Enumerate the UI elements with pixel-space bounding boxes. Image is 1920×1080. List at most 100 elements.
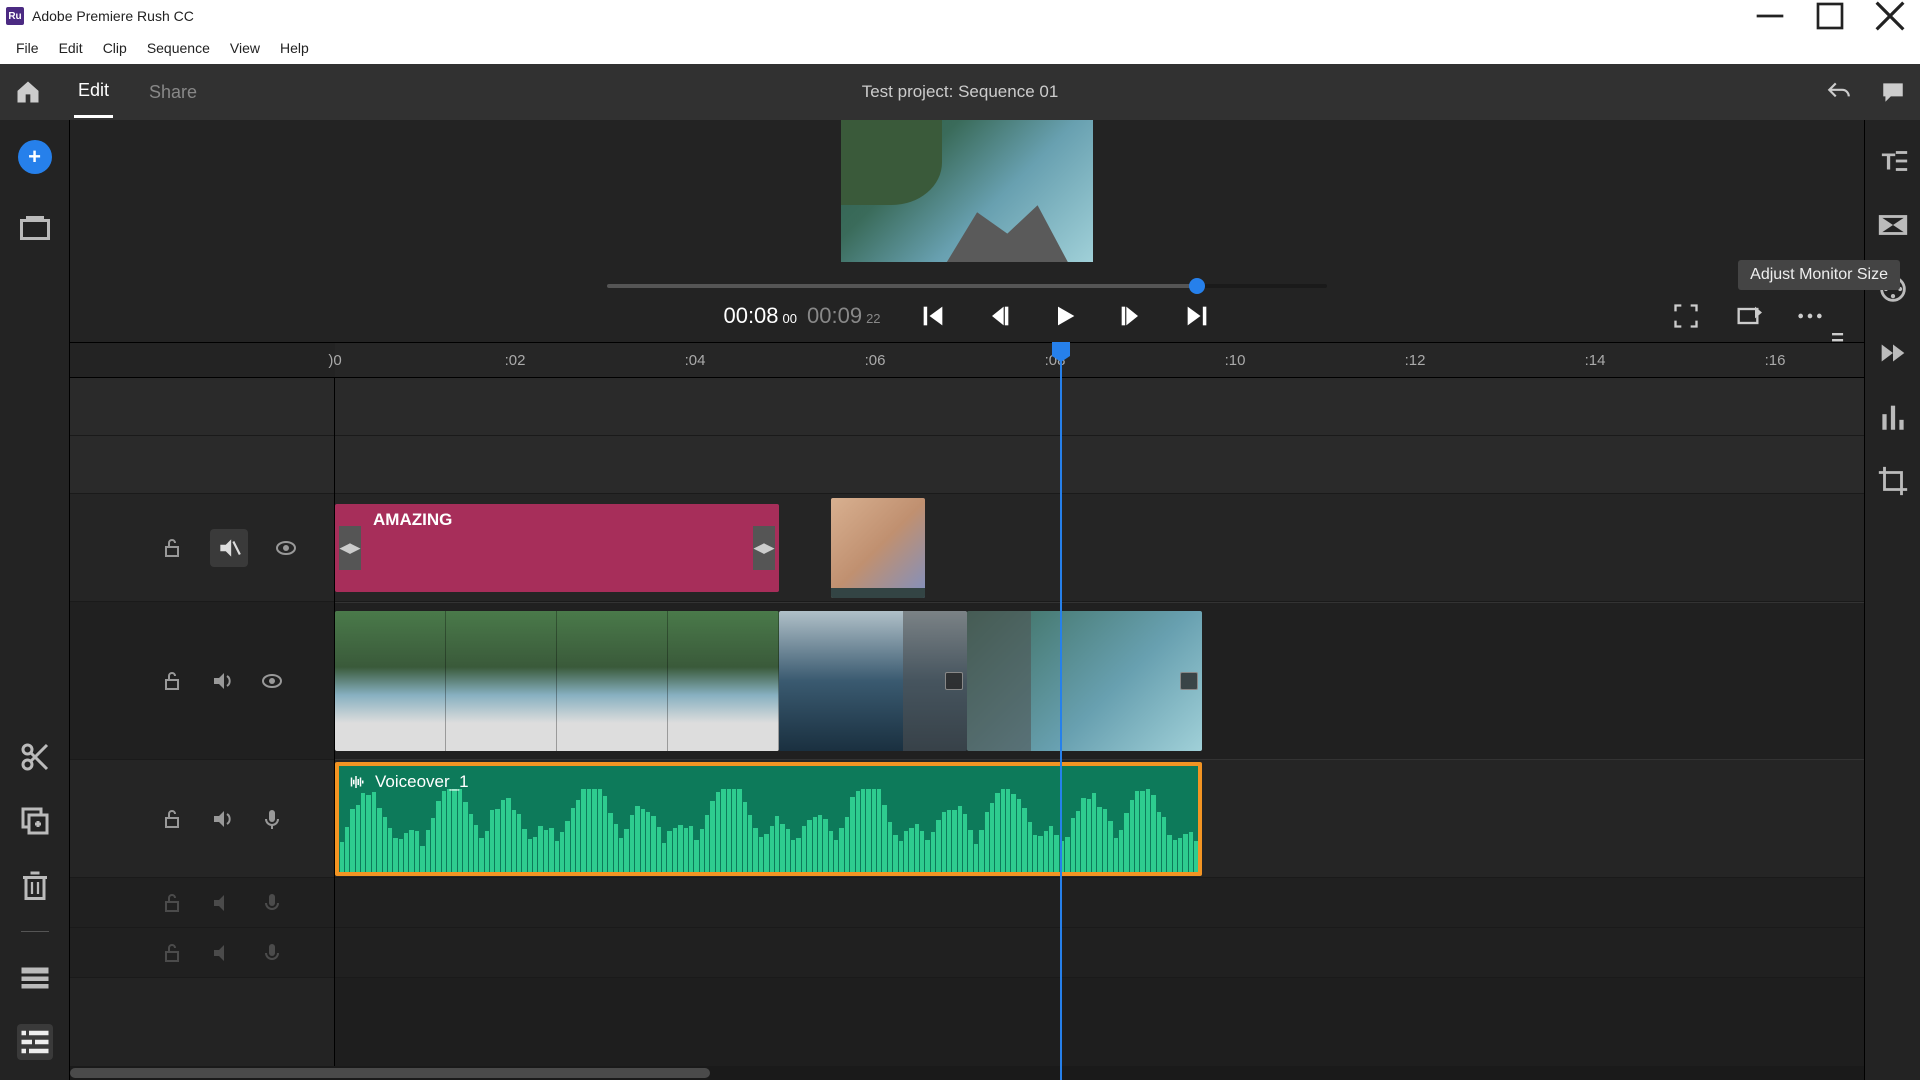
- unlock-icon[interactable]: [160, 669, 184, 693]
- transition-icon[interactable]: [1180, 672, 1198, 690]
- timecode-total-frames: 22: [866, 311, 880, 326]
- menu-bar: File Edit Clip Sequence View Help: [0, 32, 1920, 64]
- track-header-video2: [70, 494, 334, 602]
- app-title: Adobe Premiere Rush CC: [32, 8, 194, 24]
- comment-icon[interactable]: [1880, 79, 1906, 105]
- ruler-ticks: )0 :02 :04 :06 :08 :10 :12 :14 :16: [335, 343, 1864, 377]
- audio-panel-button[interactable]: [1876, 400, 1910, 434]
- preview-monitor[interactable]: [841, 120, 1093, 262]
- title-clip-label: AMAZING: [373, 510, 452, 530]
- track-header-audio1: [70, 760, 334, 878]
- tooltip-adjust-monitor: Adjust Monitor Size: [1738, 260, 1900, 290]
- timecode-current-frames: 00: [783, 311, 797, 326]
- titles-panel-button[interactable]: T: [1876, 144, 1910, 178]
- transition-out-icon[interactable]: ◀▶: [753, 526, 775, 570]
- microphone-icon[interactable]: [260, 807, 284, 831]
- scrubber[interactable]: [607, 284, 1327, 288]
- go-to-start-button[interactable]: [919, 302, 947, 330]
- more-options-button[interactable]: [1796, 302, 1824, 330]
- home-icon[interactable]: [14, 78, 42, 106]
- track-header-audio3: [70, 928, 334, 978]
- video-clip-3[interactable]: [967, 611, 1202, 751]
- title-clip[interactable]: ◀▶ AMAZING ◀▶: [335, 504, 779, 592]
- scissors-icon[interactable]: [17, 739, 53, 775]
- go-to-end-button[interactable]: [1183, 302, 1211, 330]
- undo-icon[interactable]: [1826, 79, 1852, 105]
- transport-row: 00:08 00 00:09 22: [70, 302, 1864, 330]
- eye-icon[interactable]: [260, 669, 284, 693]
- track-header-row: [70, 378, 334, 436]
- tab-share[interactable]: Share: [145, 68, 201, 117]
- sequence-title: Test project: Sequence 01: [862, 82, 1059, 102]
- transitions-panel-button[interactable]: [1876, 208, 1910, 242]
- horizontal-scrollbar[interactable]: [70, 1066, 1864, 1080]
- timecode-current: 00:08: [723, 303, 778, 329]
- video-clip-2[interactable]: [779, 611, 967, 751]
- transition-in-icon[interactable]: ◀▶: [339, 526, 361, 570]
- ruler-tick: :04: [685, 343, 706, 379]
- tab-edit[interactable]: Edit: [74, 66, 113, 118]
- duplicate-icon[interactable]: [17, 803, 53, 839]
- scrubber-progress: [607, 284, 1197, 288]
- timeline: )0 :02 :04 :06 :08 :10 :12 :14 :16: [70, 342, 1864, 1080]
- video-clip-1[interactable]: [335, 611, 779, 751]
- track-header-row: [70, 436, 334, 494]
- track-controls-icon[interactable]: [17, 1024, 53, 1060]
- menu-help[interactable]: Help: [270, 36, 319, 60]
- speaker-icon[interactable]: [210, 669, 234, 693]
- unlock-icon[interactable]: [160, 536, 184, 560]
- expand-tracks-icon[interactable]: [17, 960, 53, 996]
- menu-file[interactable]: File: [6, 36, 49, 60]
- svg-text:T: T: [1881, 149, 1895, 175]
- project-panel-button[interactable]: [17, 210, 53, 246]
- scrubber-handle[interactable]: [1189, 278, 1205, 294]
- menu-edit[interactable]: Edit: [49, 36, 93, 60]
- play-button[interactable]: [1051, 302, 1079, 330]
- close-button[interactable]: [1860, 0, 1920, 32]
- unlock-icon[interactable]: [160, 891, 184, 915]
- speaker-icon[interactable]: [210, 941, 234, 965]
- timecode-total: 00:09: [807, 303, 862, 329]
- time-ruler[interactable]: )0 :02 :04 :06 :08 :10 :12 :14 :16: [70, 342, 1864, 378]
- track-content[interactable]: ◀▶ AMAZING ◀▶: [335, 378, 1864, 1080]
- ruler-tick: :10: [1225, 343, 1246, 379]
- timecode: 00:08 00 00:09 22: [723, 303, 880, 329]
- preview-area: 00:08 00 00:09 22: [70, 120, 1864, 330]
- trash-icon[interactable]: [17, 867, 53, 903]
- transition-icon[interactable]: [945, 672, 963, 690]
- eye-icon[interactable]: [274, 536, 298, 560]
- maximize-button[interactable]: [1800, 0, 1860, 32]
- video-overlay-clip[interactable]: [831, 498, 925, 598]
- add-media-button[interactable]: +: [18, 140, 52, 174]
- step-back-button[interactable]: [985, 302, 1013, 330]
- step-forward-button[interactable]: [1117, 302, 1145, 330]
- unlock-icon[interactable]: [160, 941, 184, 965]
- mute-icon[interactable]: [210, 529, 248, 567]
- center-panel: 00:08 00 00:09 22 =: [70, 120, 1864, 1080]
- ruler-tick: :16: [1765, 343, 1786, 379]
- ruler-tick: :12: [1405, 343, 1426, 379]
- speaker-icon[interactable]: [210, 807, 234, 831]
- app-bar: Edit Share Test project: Sequence 01: [0, 64, 1920, 120]
- minimize-button[interactable]: [1740, 0, 1800, 32]
- menu-sequence[interactable]: Sequence: [137, 36, 220, 60]
- waveform: [339, 789, 1198, 872]
- menu-view[interactable]: View: [220, 36, 270, 60]
- microphone-icon[interactable]: [260, 941, 284, 965]
- microphone-icon[interactable]: [260, 891, 284, 915]
- scrollbar-thumb[interactable]: [70, 1068, 710, 1078]
- fullscreen-button[interactable]: [1672, 302, 1700, 330]
- unlock-icon[interactable]: [160, 807, 184, 831]
- playhead[interactable]: [1060, 342, 1062, 1080]
- audio-clip[interactable]: Voiceover_1: [335, 762, 1202, 876]
- speed-panel-button[interactable]: [1876, 336, 1910, 370]
- loop-button[interactable]: [1734, 302, 1762, 330]
- audio-clip-label: Voiceover_1: [375, 772, 469, 792]
- tracks-container: ◀▶ AMAZING ◀▶: [70, 378, 1864, 1080]
- divider: [21, 931, 49, 932]
- crop-panel-button[interactable]: [1876, 464, 1910, 498]
- speaker-icon[interactable]: [210, 891, 234, 915]
- menu-clip[interactable]: Clip: [93, 36, 137, 60]
- main-area: + 00:08 00 00:09 22: [0, 120, 1920, 1080]
- ruler-tick: )0: [328, 343, 341, 379]
